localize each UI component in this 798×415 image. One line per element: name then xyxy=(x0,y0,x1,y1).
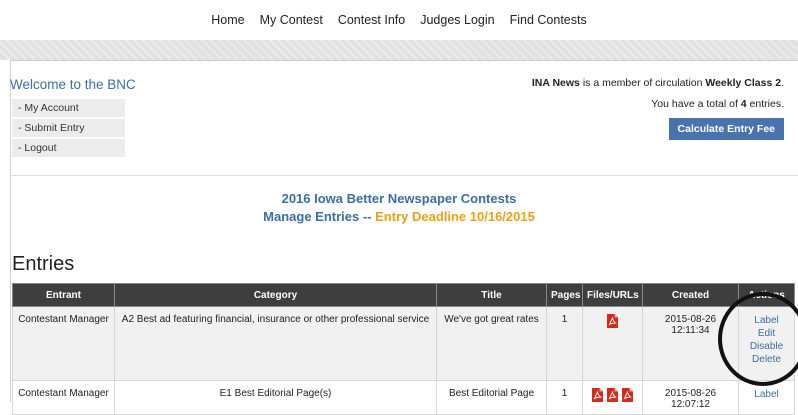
nav-my-contest[interactable]: My Contest xyxy=(260,13,323,27)
pdf-file-icon[interactable] xyxy=(622,388,633,405)
manage-line: Manage Entries -- Entry Deadline 10/16/2… xyxy=(0,208,798,226)
col-files-urls[interactable]: Files/URLs xyxy=(582,283,643,307)
col-pages[interactable]: Pages xyxy=(546,283,583,307)
annotation-circle xyxy=(718,292,798,386)
cell-entrant: Contestant Manager xyxy=(12,306,115,381)
welcome-heading: Welcome to the BNC xyxy=(10,77,136,92)
membership-info: INA News is a member of circulation Week… xyxy=(532,73,784,140)
divider xyxy=(10,175,798,176)
menu-submit-entry[interactable]: - Submit Entry xyxy=(12,119,125,137)
entries-heading: Entries xyxy=(12,253,75,275)
circulation-class: Weekly Class 2 xyxy=(705,77,782,89)
entry-deadline: Entry Deadline 10/16/2015 xyxy=(375,209,535,224)
cell-title: Best Editorial Page xyxy=(436,380,547,415)
nav-judges-login[interactable]: Judges Login xyxy=(420,13,494,27)
cell-pages: 1 xyxy=(546,380,583,415)
table-row: Contestant Manager E1 Best Editorial Pag… xyxy=(12,380,795,415)
cell-category: A2 Best ad featuring financial, insuranc… xyxy=(114,306,437,381)
menu-my-account[interactable]: - My Account xyxy=(12,99,125,117)
member-text: is a member of circulation xyxy=(579,77,706,89)
cell-category: E1 Best Editorial Page(s) xyxy=(114,380,437,415)
total-post: entries. xyxy=(746,98,784,110)
nav-find-contests[interactable]: Find Contests xyxy=(510,13,587,27)
header-band xyxy=(0,40,798,60)
entries-table: Entrant Category Title Pages Files/URLs … xyxy=(12,283,795,415)
pdf-file-icon[interactable] xyxy=(592,388,603,405)
cell-files xyxy=(582,380,643,415)
account-menu: - My Account - Submit Entry - Logout xyxy=(12,99,125,159)
pdf-file-icon[interactable] xyxy=(607,314,618,331)
menu-logout[interactable]: - Logout xyxy=(12,139,125,157)
cell-title: We've got great rates xyxy=(436,306,547,381)
paper-name: INA News xyxy=(531,77,580,89)
col-title[interactable]: Title xyxy=(436,283,547,307)
label-link[interactable]: Label xyxy=(743,388,790,401)
cell-files xyxy=(582,306,643,381)
total-pre: You have a total of xyxy=(651,98,741,110)
contest-header: 2016 Iowa Better Newspaper Contests Mana… xyxy=(0,190,798,226)
calculate-entry-fee-button[interactable]: Calculate Entry Fee xyxy=(668,118,784,140)
cell-entrant: Contestant Manager xyxy=(12,380,115,415)
col-created[interactable]: Created xyxy=(642,283,739,307)
table-row: Contestant Manager A2 Best ad featuring … xyxy=(12,306,795,381)
table-header-row: Entrant Category Title Pages Files/URLs … xyxy=(12,283,795,307)
cell-created: 2015-08-26 12:07:12 xyxy=(642,380,739,415)
nav-contest-info[interactable]: Contest Info xyxy=(338,13,405,27)
pdf-file-icon[interactable] xyxy=(607,388,618,405)
col-entrant[interactable]: Entrant xyxy=(12,283,115,307)
top-nav: Home My Contest Contest Info Judges Logi… xyxy=(0,0,798,40)
contest-title: 2016 Iowa Better Newspaper Contests xyxy=(281,191,517,206)
manage-entries-label: Manage Entries -- xyxy=(263,209,376,224)
nav-home[interactable]: Home xyxy=(211,13,244,27)
period: . xyxy=(781,77,784,89)
col-category[interactable]: Category xyxy=(114,283,437,307)
membership-line: INA News is a member of circulation Week… xyxy=(532,73,784,94)
entry-total-line: You have a total of 4 entries. xyxy=(532,94,784,115)
cell-pages: 1 xyxy=(546,306,583,381)
